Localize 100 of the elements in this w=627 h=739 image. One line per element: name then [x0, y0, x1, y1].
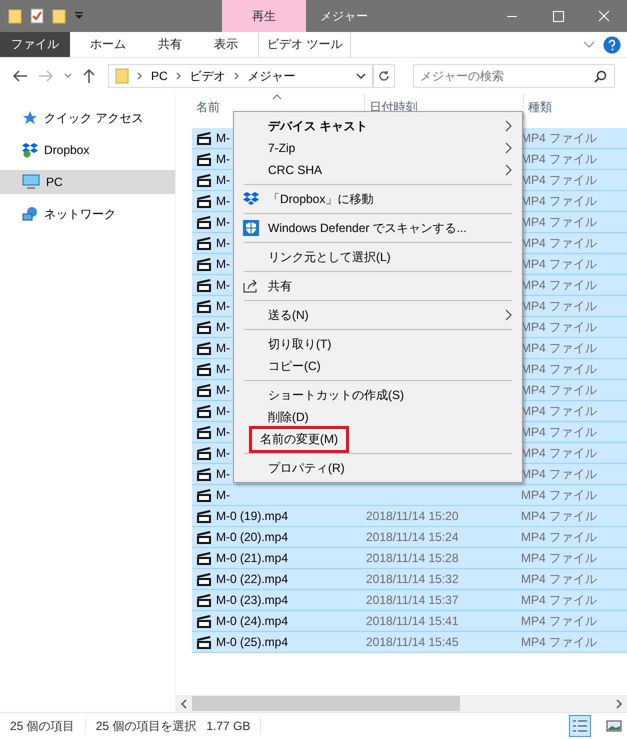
file-name: M- [216, 278, 230, 292]
video-file-icon [196, 550, 212, 566]
properties-icon[interactable] [30, 8, 44, 24]
date-cell: 2018/11/14 15:41 [366, 614, 459, 628]
file-row[interactable]: M-0 (19).mp4 2018/11/14 15:20 MP4 ファイル [192, 506, 627, 527]
selection-count: 25 個の項目を選択 [96, 718, 196, 734]
folder-icon[interactable] [52, 8, 66, 24]
video-file-icon [196, 403, 212, 419]
type-cell: MP4 ファイル [521, 634, 598, 650]
chevron-right-icon [176, 72, 182, 80]
dropdown-icon[interactable] [74, 11, 84, 21]
file-name: M- [216, 383, 230, 397]
menu-item[interactable]: 7-Zip [268, 139, 296, 157]
column-header[interactable]: 種類 [524, 94, 627, 120]
ribbon-tab[interactable]: ビデオ ツール [258, 32, 352, 57]
ribbon-tab[interactable]: ファイル [0, 32, 70, 57]
sidebar-item[interactable]: クイック アクセス [0, 106, 175, 130]
address-bar[interactable]: PC ビデオ メジャー [108, 64, 373, 88]
menu-item[interactable]: プロパティ(R) [268, 458, 345, 478]
menu-item[interactable]: リンク元として選択(L) [268, 246, 391, 268]
details-view-button[interactable] [569, 715, 591, 737]
up-arrow-icon[interactable] [82, 68, 96, 84]
menu-item[interactable]: 共有 [268, 276, 292, 296]
chevron-right-icon [234, 72, 240, 80]
chevron-right-icon [505, 309, 512, 321]
shield-icon [243, 220, 259, 236]
refresh-icon [378, 70, 390, 82]
video-file-icon [196, 193, 212, 209]
context-tab-header: 再生 [222, 0, 306, 32]
video-file-icon [196, 508, 212, 524]
chevron-down-icon[interactable] [64, 73, 72, 79]
menu-item[interactable]: 切り取り(T) [268, 334, 332, 354]
file-name: M- [216, 131, 230, 145]
window-title: メジャー [320, 8, 368, 24]
file-row[interactable]: M-0 (25).mp4 2018/11/14 15:45 MP4 ファイル [192, 632, 627, 653]
menu-item[interactable]: 削除(D) [268, 406, 309, 428]
item-count: 25 個の項目 [10, 718, 75, 734]
sidebar-item[interactable]: Dropbox [0, 138, 175, 162]
breadcrumb[interactable]: PC [151, 69, 168, 83]
sidebar-item[interactable]: PC [0, 170, 175, 194]
video-file-icon [196, 361, 212, 377]
menu-item[interactable]: 「Dropbox」に移動 [268, 188, 374, 210]
video-file-icon [196, 529, 212, 545]
star-icon [22, 110, 38, 126]
video-file-icon [196, 445, 212, 461]
menu-item[interactable]: CRC SHA [268, 161, 322, 179]
type-cell: MP4 ファイル [521, 612, 598, 630]
horizontal-scrollbar[interactable] [176, 695, 627, 712]
video-file-icon [196, 319, 212, 335]
file-row[interactable]: M-0 (24).mp4 2018/11/14 15:41 MP4 ファイル [192, 611, 627, 632]
type-cell: MP4 ファイル [521, 528, 598, 546]
file-name: M-0 (25).mp4 [216, 635, 288, 649]
folder-icon[interactable] [8, 8, 22, 24]
dropbox-icon [22, 142, 38, 158]
breadcrumb[interactable]: ビデオ [190, 68, 226, 84]
file-row[interactable]: M-0 (23).mp4 2018/11/14 15:37 MP4 ファイル [192, 590, 627, 611]
video-file-icon [196, 277, 212, 293]
chevron-down-icon[interactable] [356, 72, 366, 80]
sidebar-item[interactable]: ネットワーク [0, 202, 175, 226]
chevron-right-icon [505, 164, 512, 176]
file-name: M- [216, 467, 230, 481]
file-row[interactable]: M-0 (21).mp4 2018/11/14 15:28 MP4 ファイル [192, 548, 627, 569]
video-file-icon [196, 424, 212, 440]
video-file-icon [196, 256, 212, 272]
video-file-icon [196, 382, 212, 398]
file-name: M- [216, 362, 230, 376]
file-name: M- [216, 194, 230, 208]
file-name: M-0 (24).mp4 [216, 614, 288, 628]
file-name: M- [216, 488, 230, 502]
file-name: M- [216, 425, 230, 439]
file-row[interactable]: M-0 (22).mp4 2018/11/14 15:32 MP4 ファイル [192, 569, 627, 590]
file-row[interactable]: M-0 (20).mp4 2018/11/14 15:24 MP4 ファイル [192, 527, 627, 548]
file-row[interactable]: M- MP4 ファイル [192, 485, 627, 506]
file-name: M- [216, 446, 230, 460]
file-name: M-0 (22).mp4 [216, 572, 288, 586]
video-file-icon [196, 214, 212, 230]
scroll-left-icon[interactable] [180, 698, 188, 708]
thumbnail-view-icon [606, 719, 622, 733]
file-name: M- [216, 404, 230, 418]
type-cell: MP4 ファイル [521, 550, 598, 566]
back-arrow-icon[interactable] [12, 69, 28, 83]
video-file-icon [196, 592, 212, 608]
scroll-right-icon[interactable] [615, 698, 623, 708]
menu-item[interactable]: ショートカットの作成(S) [268, 384, 404, 406]
refresh-button[interactable] [373, 64, 395, 88]
network-icon [22, 206, 38, 222]
menu-item[interactable]: 送る(N) [268, 304, 309, 326]
menu-item[interactable]: Windows Defender でスキャンする... [268, 218, 467, 238]
menu-item[interactable]: コピー(C) [268, 356, 321, 376]
file-name: M-0 (21).mp4 [216, 551, 288, 565]
file-name: M- [216, 320, 230, 334]
chevron-right-icon [505, 142, 512, 154]
details-view-icon [572, 719, 588, 733]
breadcrumb[interactable]: メジャー [248, 68, 296, 84]
file-name: M-0 (20).mp4 [216, 530, 288, 544]
help-icon[interactable] [603, 36, 621, 54]
video-file-icon [196, 172, 212, 188]
video-file-icon [196, 634, 212, 650]
menu-item[interactable]: 名前の変更(M) [252, 428, 346, 450]
search-field[interactable]: メジャーの検索 [413, 64, 615, 88]
